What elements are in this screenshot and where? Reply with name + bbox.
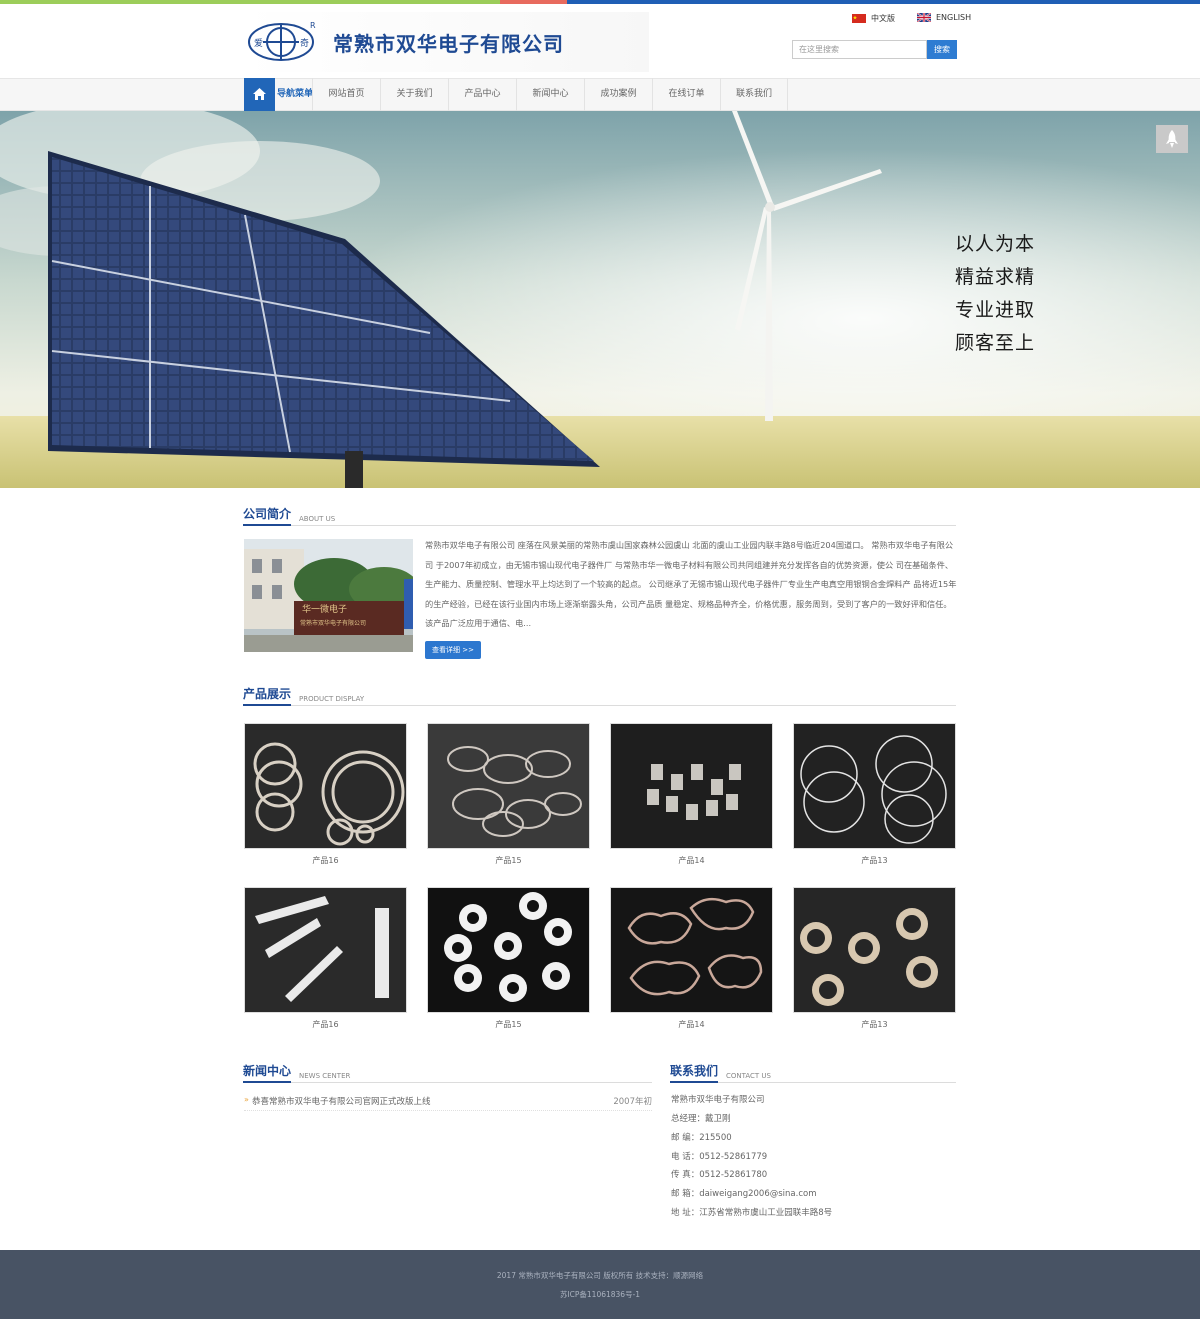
product-caption[interactable]: 产品16 (244, 855, 407, 866)
footer-icp[interactable]: 苏ICP备11061836号-1 (0, 1289, 1200, 1300)
nav-item-contact[interactable]: 联系我们 (720, 78, 788, 111)
product-card[interactable]: 产品14 (610, 723, 773, 866)
rocket-icon (1166, 130, 1178, 148)
product-image[interactable] (610, 887, 773, 1013)
company-name: 常熟市双华电子有限公司 (333, 31, 564, 56)
search-button[interactable]: 搜索 (927, 40, 957, 59)
product-caption[interactable]: 产品15 (427, 855, 590, 866)
news-item-date: 2007年初 (613, 1097, 652, 1107)
product-card[interactable]: 产品16 (244, 887, 407, 1030)
logo-mark-1: 爱 (254, 38, 263, 49)
lang-cn-link[interactable]: 中文版 (852, 13, 895, 24)
contact-fax: 传 真：0512-52861780 (671, 1170, 768, 1180)
nav-item-home[interactable]: 网站首页 (312, 78, 380, 111)
logo-mark-2: 奇 (300, 37, 309, 49)
slogan-line-1: 以人为本 (955, 233, 1036, 255)
about-title: 公司简介 (243, 506, 292, 526)
china-flag-icon (852, 14, 866, 23)
nav-menu-label: 导航菜单 (277, 89, 314, 99)
product-image[interactable] (427, 887, 590, 1013)
slogan-line-3: 专业进取 (955, 299, 1036, 321)
slogan-line-4: 顾客至上 (955, 332, 1036, 354)
contact-postcode: 邮 编：215500 (671, 1133, 732, 1143)
product-card[interactable]: 产品16 (244, 723, 407, 866)
product-card[interactable]: 产品13 (793, 887, 956, 1030)
product-image[interactable] (244, 723, 407, 849)
banner-slogan: 以人为本 精益求精 专业进取 顾客至上 (955, 228, 1035, 360)
sign-main-text: 华一微电子 (302, 603, 347, 615)
about-description: 常熟市双华电子有限公司 座落在风景美丽的常熟市虞山国家森林公园虞山 北面的虞山工… (425, 540, 957, 628)
logo-registered-mark: R (310, 21, 316, 30)
site-footer (0, 1250, 1200, 1319)
bullet-icon: » (244, 1095, 249, 1104)
product-caption[interactable]: 产品16 (244, 1019, 407, 1030)
news-item-title[interactable]: 恭喜常熟市双华电子有限公司官网正式改版上线 (252, 1095, 431, 1107)
about-more-button[interactable]: 查看详细 >> (425, 641, 481, 659)
logo-emblem-icon: 爱 奇 R (247, 18, 319, 66)
product-image[interactable] (793, 723, 956, 849)
nav-item-cases[interactable]: 成功案例 (584, 78, 652, 111)
products-title: 产品展示 (243, 686, 292, 706)
product-caption[interactable]: 产品15 (427, 1019, 590, 1030)
product-card[interactable]: 产品15 (427, 887, 590, 1030)
nav-item-news[interactable]: 新闻中心 (516, 78, 584, 111)
contact-title-en: CONTACT US (726, 1072, 771, 1080)
product-caption[interactable]: 产品13 (793, 855, 956, 866)
news-section-header: 新闻中心 NEWS CENTER (243, 1063, 652, 1083)
nav-home-button[interactable] (244, 78, 275, 111)
about-company-photo[interactable]: 华一微电子 常熟市双华电子有限公司 (244, 539, 413, 652)
contact-phone: 电 话：0512-52861779 (671, 1152, 768, 1162)
lang-en-label: ENGLISH (936, 13, 972, 22)
about-section-header: 公司简介 ABOUT US (243, 506, 956, 526)
product-caption[interactable]: 产品13 (793, 1019, 956, 1030)
product-image[interactable] (244, 887, 407, 1013)
news-title-en: NEWS CENTER (299, 1072, 351, 1080)
back-to-top-button[interactable] (1156, 125, 1188, 153)
product-caption[interactable]: 产品14 (610, 1019, 773, 1030)
product-image[interactable] (610, 723, 773, 849)
contact-manager: 总经理：戴卫刚 (671, 1114, 731, 1124)
site-logo[interactable]: 爱 奇 R 常熟市双华电子有限公司 (243, 12, 649, 72)
contact-company: 常熟市双华电子有限公司 (671, 1095, 765, 1105)
top-color-stripe (0, 0, 1200, 4)
nav-item-order[interactable]: 在线订单 (652, 78, 720, 111)
about-title-en: ABOUT US (299, 515, 336, 523)
nav-item-about[interactable]: 关于我们 (380, 78, 448, 111)
slogan-line-2: 精益求精 (955, 266, 1036, 288)
sign-sub-text: 常熟市双华电子有限公司 (300, 619, 366, 627)
home-icon (253, 88, 266, 100)
uk-flag-icon (917, 13, 931, 22)
product-card[interactable]: 产品14 (610, 887, 773, 1030)
contact-email[interactable]: 邮 箱：daiweigang2006@sina.com (671, 1187, 816, 1199)
product-card[interactable]: 产品15 (427, 723, 590, 866)
nav-item-products[interactable]: 产品中心 (448, 78, 516, 111)
product-card[interactable]: 产品13 (793, 723, 956, 866)
footer-copyright: 2017 常熟市双华电子有限公司 版权所有 技术支持：顺源网络 (496, 1271, 704, 1280)
news-title: 新闻中心 (243, 1063, 292, 1083)
products-section-header: 产品展示 PRODUCT DISPLAY (243, 686, 956, 706)
contact-address: 地 址：江苏省常熟市虞山工业园联丰路8号 (671, 1208, 833, 1218)
search-input[interactable]: 在这里搜索 (792, 40, 927, 59)
lang-cn-label: 中文版 (871, 14, 895, 23)
news-list-item[interactable]: » 恭喜常熟市双华电子有限公司官网正式改版上线 2007年初 (244, 1093, 652, 1111)
product-caption[interactable]: 产品14 (610, 855, 773, 866)
contact-title: 联系我们 (670, 1063, 719, 1083)
lang-en-link[interactable]: ENGLISH (917, 13, 971, 22)
product-image[interactable] (427, 723, 590, 849)
product-image[interactable] (793, 887, 956, 1013)
contact-section-header: 联系我们 CONTACT US (670, 1063, 956, 1083)
products-title-en: PRODUCT DISPLAY (299, 695, 365, 703)
